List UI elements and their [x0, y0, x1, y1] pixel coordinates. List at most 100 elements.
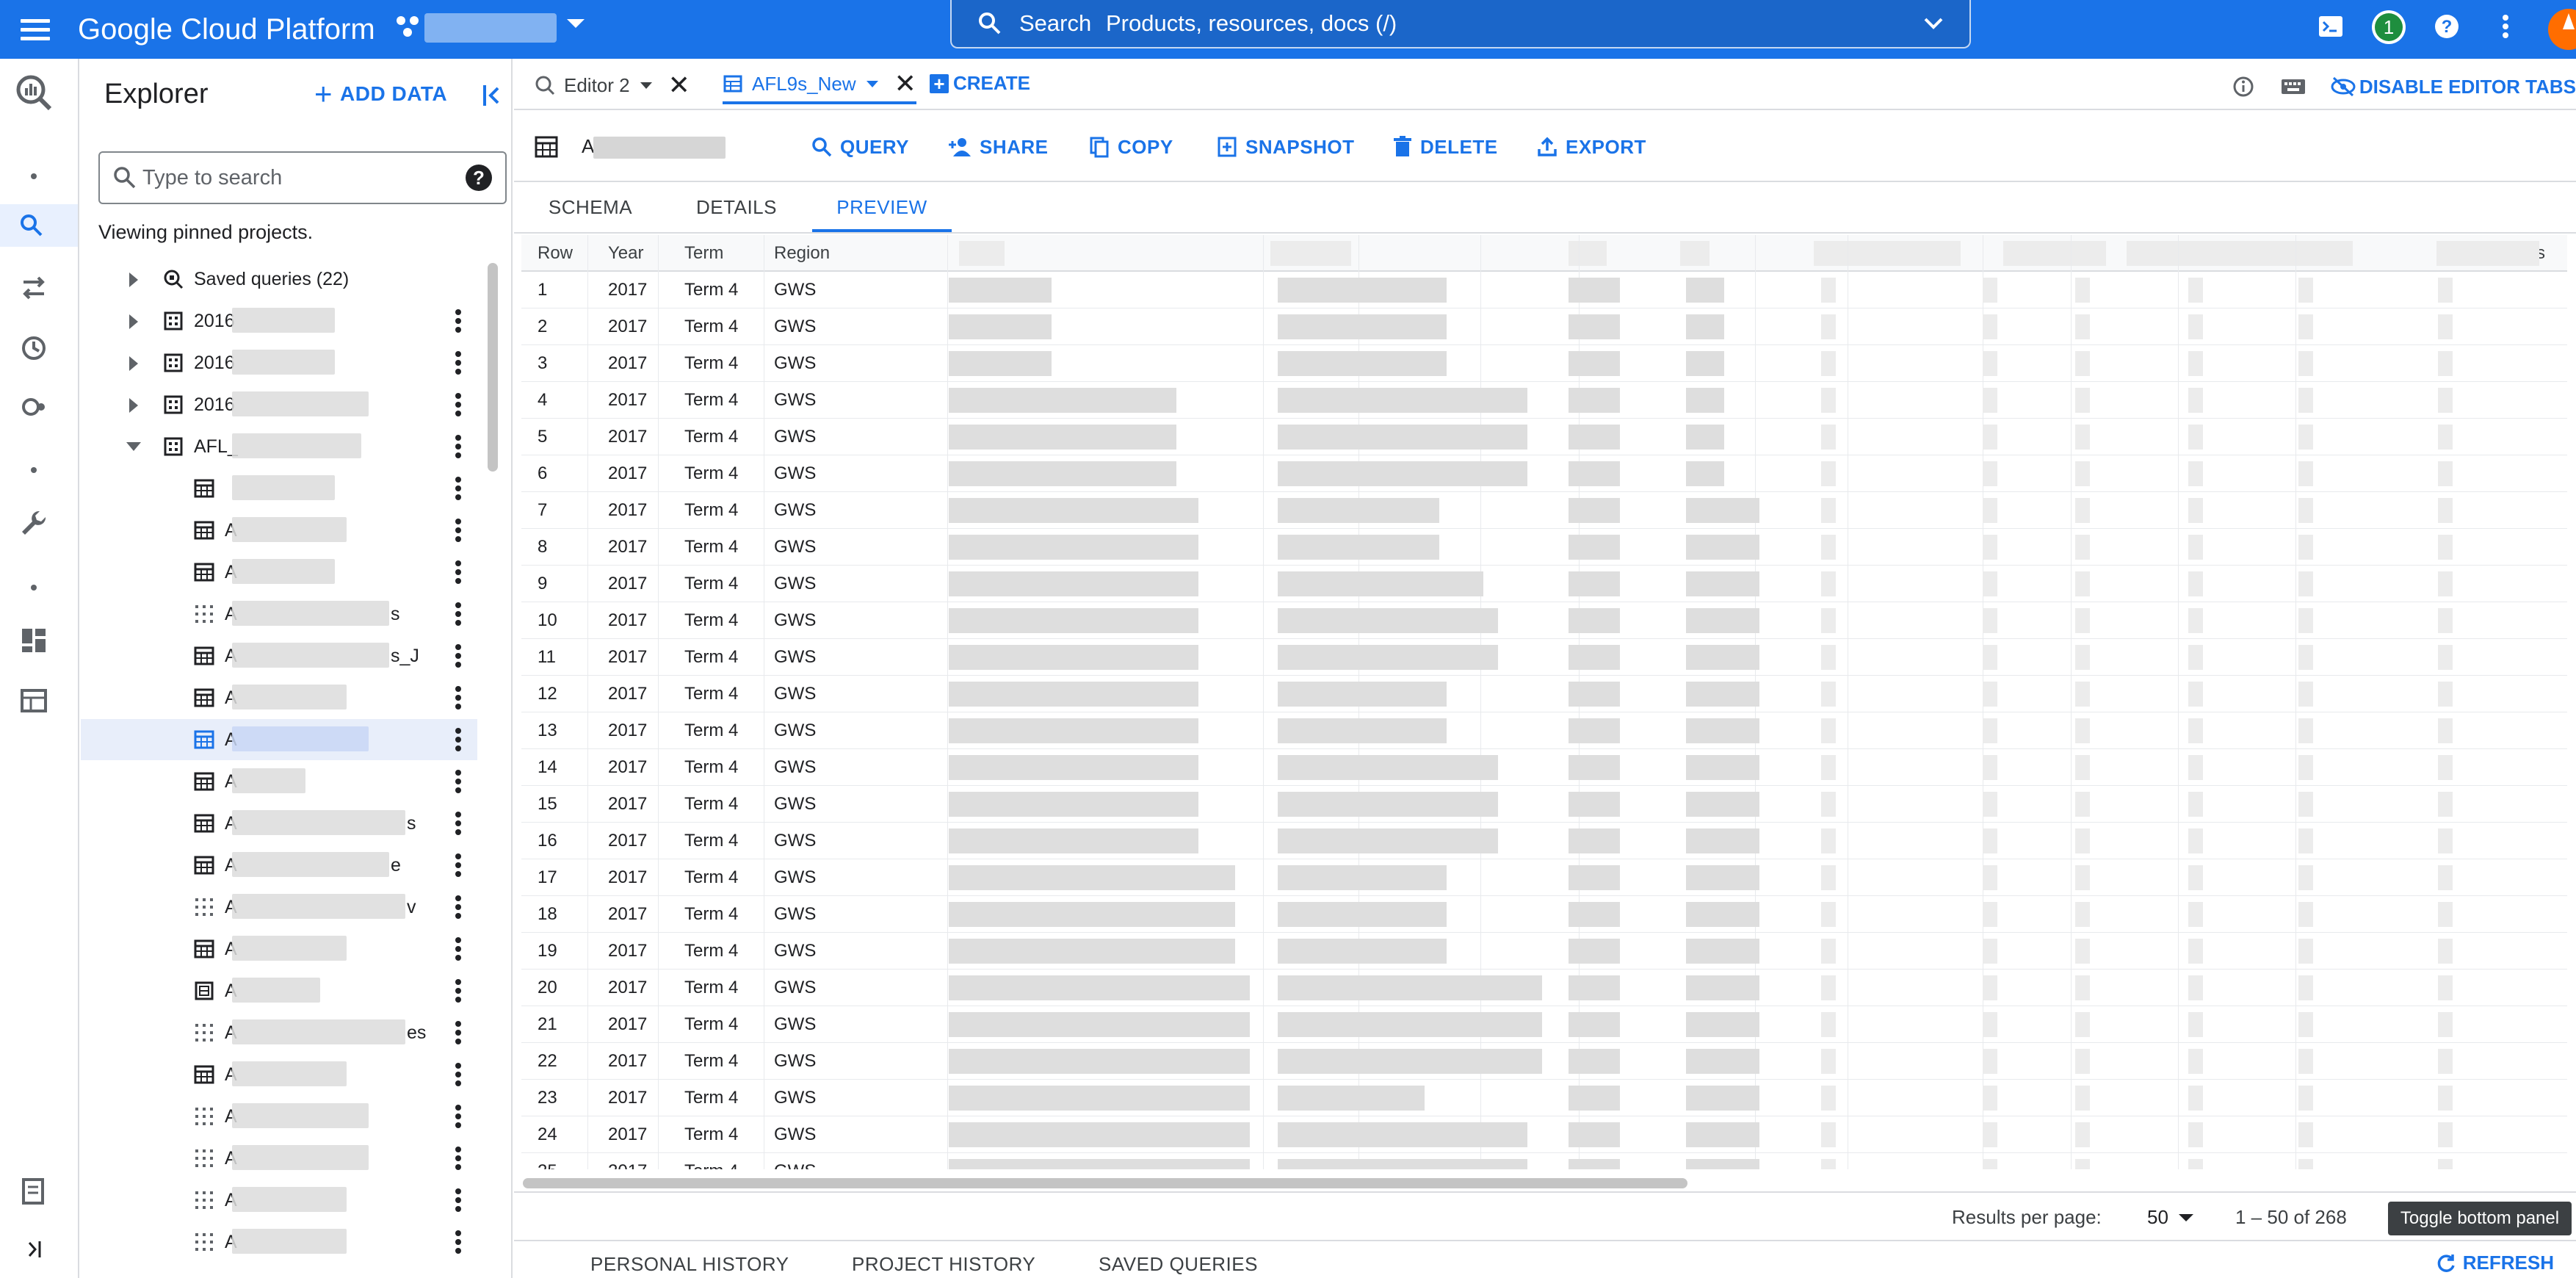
tree-row-table[interactable]: A [81, 1221, 477, 1263]
copy-button[interactable]: COPY [1088, 132, 1173, 162]
tree-row-table[interactable]: A [81, 677, 477, 718]
tab-afl9s-new[interactable]: AFL9s_New ✕ [723, 66, 916, 104]
more-vert-icon[interactable] [454, 309, 463, 333]
tab-dropdown-icon[interactable] [640, 82, 652, 89]
more-vert-icon[interactable] [454, 1063, 463, 1086]
more-vert-icon[interactable] [454, 770, 463, 793]
tree-row-table[interactable]: A [81, 761, 477, 802]
tree-row-project[interactable]: 2016 [81, 342, 477, 383]
table-row[interactable]: 24 2017 Term 4 GWS [521, 1116, 2567, 1153]
disable-editor-tabs-button[interactable]: DISABLE EDITOR TABS [2330, 76, 2576, 98]
table-row[interactable]: 19 2017 Term 4 GWS [521, 933, 2567, 970]
close-icon[interactable]: ✕ [894, 71, 916, 97]
project-dropdown-icon[interactable] [567, 19, 585, 28]
rail-item-explorer[interactable] [0, 204, 78, 247]
more-vert-icon[interactable] [454, 519, 463, 542]
table-row[interactable]: 8 2017 Term 4 GWS [521, 529, 2567, 566]
table-row[interactable]: 18 2017 Term 4 GWS [521, 896, 2567, 933]
explorer-search-box[interactable]: ? [98, 151, 507, 204]
tree-row-project[interactable]: 2016 [81, 384, 477, 425]
tree-row-table[interactable]: A [81, 970, 477, 1011]
bigquery-logo-icon[interactable] [13, 72, 54, 113]
table-row[interactable]: 2 2017 Term 4 GWS [521, 308, 2567, 345]
more-vert-icon[interactable] [454, 435, 463, 458]
more-vert-icon[interactable] [454, 1147, 463, 1170]
more-vert-icon[interactable] [454, 477, 463, 500]
tree-row-table[interactable] [81, 468, 477, 509]
avatar[interactable] [2542, 7, 2576, 51]
tree-row-table[interactable]: As [81, 803, 477, 844]
project-name-redacted[interactable] [424, 13, 557, 43]
table-row[interactable]: 3 2017 Term 4 GWS [521, 345, 2567, 382]
column-header-year[interactable]: Year [608, 242, 644, 264]
tree-row-table[interactable]: A [81, 928, 477, 970]
more-vert-icon[interactable] [454, 1021, 463, 1044]
tab-project-history[interactable]: PROJECT HISTORY [852, 1253, 1035, 1276]
more-vert-icon[interactable] [454, 1230, 463, 1254]
chevron-down-icon[interactable] [1922, 15, 1944, 32]
tree-row-project[interactable]: 2016 [81, 300, 477, 342]
table-row[interactable]: 7 2017 Term 4 GWS [521, 492, 2567, 529]
expand-arrow-icon[interactable] [129, 314, 138, 329]
analytics-hub-icon[interactable] [18, 391, 50, 423]
tab-schema[interactable]: SCHEMA [514, 182, 667, 232]
table-row[interactable]: 10 2017 Term 4 GWS [521, 602, 2567, 639]
table-row[interactable]: 16 2017 Term 4 GWS [521, 823, 2567, 859]
explorer-search-input[interactable] [142, 162, 451, 194]
more-vert-icon[interactable] [454, 602, 463, 626]
export-button[interactable]: EXPORT [1536, 132, 1646, 162]
delete-button[interactable]: DELETE [1392, 132, 1498, 162]
release-notes-icon[interactable] [18, 1175, 50, 1207]
table-row[interactable]: 1 2017 Term 4 GWS [521, 272, 2567, 308]
tree-row-project[interactable]: AFL_ [81, 426, 477, 467]
expand-rail-icon[interactable] [22, 1238, 44, 1260]
tree-row-table[interactable]: A [81, 1096, 477, 1137]
tree-row-saved-queries[interactable]: Saved queries (22) [81, 259, 477, 300]
scheduled-queries-icon[interactable] [18, 332, 50, 364]
table-row[interactable]: 4 2017 Term 4 GWS [521, 382, 2567, 419]
more-vert-icon[interactable] [454, 853, 463, 877]
add-data-button[interactable]: + ADD DATA [314, 79, 447, 109]
more-vert-icon[interactable] [454, 560, 463, 584]
tree-row-table[interactable]: A [81, 552, 477, 593]
table-row[interactable]: 17 2017 Term 4 GWS [521, 859, 2567, 896]
column-header-row[interactable]: Row [538, 242, 573, 264]
query-button[interactable]: QUERY [811, 132, 909, 162]
tree-row-table[interactable]: Aes [81, 1012, 477, 1053]
reservations-icon[interactable] [18, 685, 50, 717]
expand-arrow-icon[interactable] [129, 272, 138, 287]
table-row[interactable]: 15 2017 Term 4 GWS [521, 786, 2567, 823]
tree-row-table[interactable]: A [81, 510, 477, 551]
tree-row-table[interactable]: Ae [81, 845, 477, 886]
info-icon[interactable] [2232, 75, 2255, 98]
table-row[interactable]: 21 2017 Term 4 GWS [521, 1006, 2567, 1043]
more-vert-icon[interactable] [454, 812, 463, 835]
more-vert-icon[interactable] [454, 979, 463, 1003]
table-row[interactable]: 6 2017 Term 4 GWS [521, 455, 2567, 492]
tab-personal-history[interactable]: PERSONAL HISTORY [590, 1253, 789, 1276]
tree-row-table[interactable]: Av [81, 887, 477, 928]
more-vert-icon[interactable] [454, 686, 463, 710]
transfers-icon[interactable] [18, 272, 50, 304]
expand-arrow-icon[interactable] [129, 398, 138, 413]
create-button[interactable]: + CREATE [930, 72, 1030, 95]
tree-row-table[interactable]: A [81, 1138, 477, 1179]
project-hexagon-icon[interactable] [394, 12, 423, 41]
table-row[interactable]: 20 2017 Term 4 GWS [521, 970, 2567, 1006]
notifications-badge[interactable]: 1 [2372, 10, 2406, 44]
tab-details[interactable]: DETAILS [667, 182, 806, 232]
snapshot-button[interactable]: SNAPSHOT [1216, 132, 1354, 162]
column-header-term[interactable]: Term [684, 242, 723, 264]
column-header-region[interactable]: Region [774, 242, 830, 264]
table-row[interactable]: 5 2017 Term 4 GWS [521, 419, 2567, 455]
cloud-shell-icon[interactable] [2315, 10, 2347, 43]
tree-row-table[interactable]: A [81, 1180, 477, 1221]
share-button[interactable]: SHARE [947, 132, 1049, 162]
table-row[interactable]: 25 2017 Term 4 GWS [521, 1153, 2567, 1169]
refresh-button[interactable]: REFRESH [2435, 1252, 2554, 1274]
table-row[interactable]: 9 2017 Term 4 GWS [521, 566, 2567, 602]
more-vert-icon[interactable] [454, 1188, 463, 1212]
tree-row-table[interactable]: As [81, 593, 477, 635]
more-vert-icon[interactable] [454, 393, 463, 416]
keyboard-icon[interactable] [2280, 76, 2307, 97]
